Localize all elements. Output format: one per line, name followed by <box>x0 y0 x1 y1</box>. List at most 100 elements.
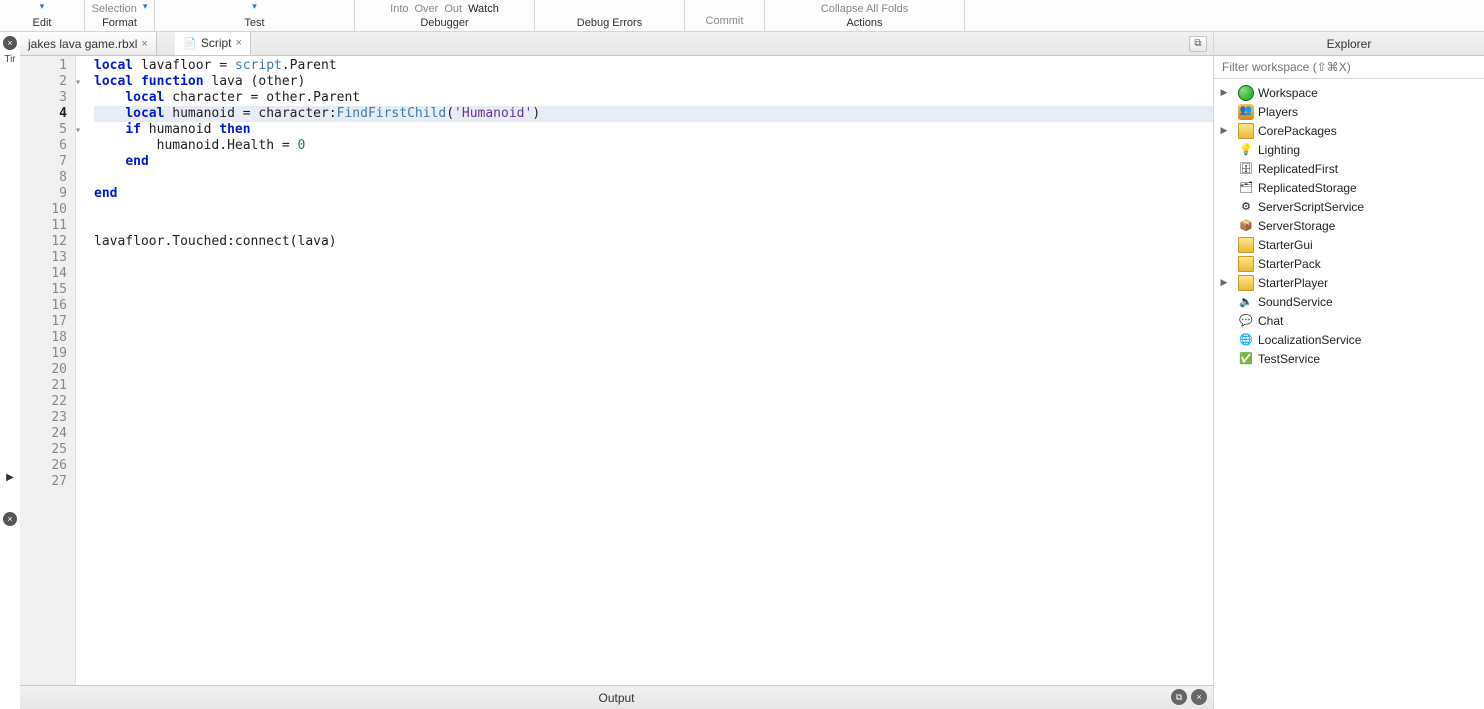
toolbar-item-into[interactable]: Into <box>390 3 408 15</box>
line-number[interactable]: 24 <box>20 426 67 442</box>
code-line[interactable]: local function lava (other) <box>94 74 1213 90</box>
code-line[interactable]: end <box>94 154 1213 170</box>
code-line[interactable]: local character = other.Parent <box>94 90 1213 106</box>
line-number[interactable]: 11 <box>20 218 67 234</box>
dropdown-icon[interactable]: ▾ <box>252 1 257 12</box>
toolbar-item-commit[interactable]: Commit <box>706 15 744 27</box>
close-icon[interactable]: × <box>141 38 147 50</box>
code-line[interactable] <box>94 218 1213 234</box>
code-line[interactable] <box>94 202 1213 218</box>
tree-item-corepackages[interactable]: ▶CorePackages <box>1216 121 1482 140</box>
hierarchy-tree[interactable]: ▶WorkspacePlayers▶CorePackagesLightingRe… <box>1214 79 1484 709</box>
toolbar-item-out[interactable]: Out <box>444 3 462 15</box>
line-number[interactable]: 17 <box>20 314 67 330</box>
code-line[interactable] <box>94 378 1213 394</box>
tree-item-lighting[interactable]: Lighting <box>1216 140 1482 159</box>
tree-item-starterpack[interactable]: StarterPack <box>1216 254 1482 273</box>
code-line[interactable] <box>94 474 1213 490</box>
line-number[interactable]: 9 <box>20 186 67 202</box>
tree-item-startergui[interactable]: StarterGui <box>1216 235 1482 254</box>
code-line[interactable] <box>94 426 1213 442</box>
line-number[interactable]: 22 <box>20 394 67 410</box>
dropdown-icon[interactable]: ▾ <box>40 1 45 12</box>
code-line[interactable]: humanoid.Health = 0 <box>94 138 1213 154</box>
line-number[interactable]: 2▾ <box>20 74 67 90</box>
tree-item-serverscriptservice[interactable]: ServerScriptService <box>1216 197 1482 216</box>
line-number[interactable]: 16 <box>20 298 67 314</box>
code-line[interactable] <box>94 314 1213 330</box>
line-number[interactable]: 25 <box>20 442 67 458</box>
dropdown-icon[interactable]: ▾ <box>143 1 148 12</box>
code-line[interactable] <box>94 410 1213 426</box>
line-number[interactable]: 3 <box>20 90 67 106</box>
line-number[interactable]: 19 <box>20 346 67 362</box>
line-number[interactable]: 27 <box>20 474 67 490</box>
code-line[interactable]: local lavafloor = script.Parent <box>94 58 1213 74</box>
tree-item-replicatedstorage[interactable]: ReplicatedStorage <box>1216 178 1482 197</box>
filter-workspace-input[interactable] <box>1214 56 1484 78</box>
code-line[interactable]: lavafloor.Touched:connect(lava) <box>94 234 1213 250</box>
tree-item-replicatedfirst[interactable]: ReplicatedFirst <box>1216 159 1482 178</box>
code-line[interactable] <box>94 442 1213 458</box>
code-line[interactable] <box>94 346 1213 362</box>
code-line[interactable]: local humanoid = character:FindFirstChil… <box>94 106 1213 122</box>
line-number[interactable]: 10 <box>20 202 67 218</box>
gear-icon <box>1238 199 1254 215</box>
code-line[interactable] <box>94 282 1213 298</box>
tab-script[interactable]: Script× <box>175 32 251 55</box>
tree-item-serverstorage[interactable]: ServerStorage <box>1216 216 1482 235</box>
code-line[interactable] <box>94 458 1213 474</box>
tree-item-localizationservice[interactable]: LocalizationService <box>1216 330 1482 349</box>
toolbar-item-watch[interactable]: Watch <box>468 3 499 15</box>
line-number[interactable]: 7 <box>20 154 67 170</box>
expander-icon[interactable]: ▶ <box>1218 277 1230 288</box>
line-number[interactable]: 23 <box>20 410 67 426</box>
close-icon[interactable]: × <box>236 37 242 49</box>
close-panel-icon[interactable]: × <box>3 36 17 50</box>
toolbar-item-collapse-all-folds[interactable]: Collapse All Folds <box>821 3 908 15</box>
tab-jakes-lava-game-rbxl[interactable]: jakes lava game.rbxl× <box>20 32 157 55</box>
tree-item-workspace[interactable]: ▶Workspace <box>1216 83 1482 102</box>
code-line[interactable]: end <box>94 186 1213 202</box>
expander-icon[interactable]: ▶ <box>1218 125 1230 136</box>
code-line[interactable] <box>94 362 1213 378</box>
code-line[interactable] <box>94 298 1213 314</box>
line-number[interactable]: 18 <box>20 330 67 346</box>
toolbar-item-selection[interactable]: Selection <box>92 3 137 15</box>
output-panel[interactable]: Output ⧉ × <box>20 685 1213 709</box>
code-line[interactable]: if humanoid then <box>94 122 1213 138</box>
tree-item-players[interactable]: Players <box>1216 102 1482 121</box>
tree-item-soundservice[interactable]: SoundService <box>1216 292 1482 311</box>
code-editor[interactable]: 12▾345▾678910111213141516171819202122232… <box>20 56 1213 685</box>
line-number[interactable]: 20 <box>20 362 67 378</box>
expander-icon[interactable]: ▶ <box>1218 87 1230 98</box>
line-number[interactable]: 12 <box>20 234 67 250</box>
tree-item-testservice[interactable]: TestService <box>1216 349 1482 368</box>
code-line[interactable] <box>94 330 1213 346</box>
tree-item-label: Players <box>1258 105 1298 119</box>
line-number[interactable]: 14 <box>20 266 67 282</box>
code-area[interactable]: local lavafloor = script.Parentlocal fun… <box>76 56 1213 685</box>
code-line[interactable] <box>94 394 1213 410</box>
line-number[interactable]: 5▾ <box>20 122 67 138</box>
tab-popout-icon[interactable]: ⧉ <box>1189 36 1207 52</box>
line-number[interactable]: 8 <box>20 170 67 186</box>
output-popout-icon[interactable]: ⧉ <box>1171 689 1187 705</box>
line-number[interactable]: 26 <box>20 458 67 474</box>
tree-item-chat[interactable]: Chat <box>1216 311 1482 330</box>
code-line[interactable] <box>94 266 1213 282</box>
line-number[interactable]: 1 <box>20 58 67 74</box>
line-number[interactable]: 15 <box>20 282 67 298</box>
code-line[interactable] <box>94 170 1213 186</box>
output-close-icon[interactable]: × <box>1191 689 1207 705</box>
line-number[interactable]: 21 <box>20 378 67 394</box>
code-line[interactable] <box>94 250 1213 266</box>
line-number[interactable]: 13 <box>20 250 67 266</box>
tree-item-starterplayer[interactable]: ▶StarterPlayer <box>1216 273 1482 292</box>
expand-arrow-icon[interactable]: ▶ <box>6 472 14 483</box>
line-number[interactable]: 4 <box>20 106 67 122</box>
line-number[interactable]: 6 <box>20 138 67 154</box>
toolbar-item-over[interactable]: Over <box>415 3 439 15</box>
line-gutter[interactable]: 12▾345▾678910111213141516171819202122232… <box>20 56 76 685</box>
close-panel-bottom-icon[interactable]: × <box>3 512 17 526</box>
